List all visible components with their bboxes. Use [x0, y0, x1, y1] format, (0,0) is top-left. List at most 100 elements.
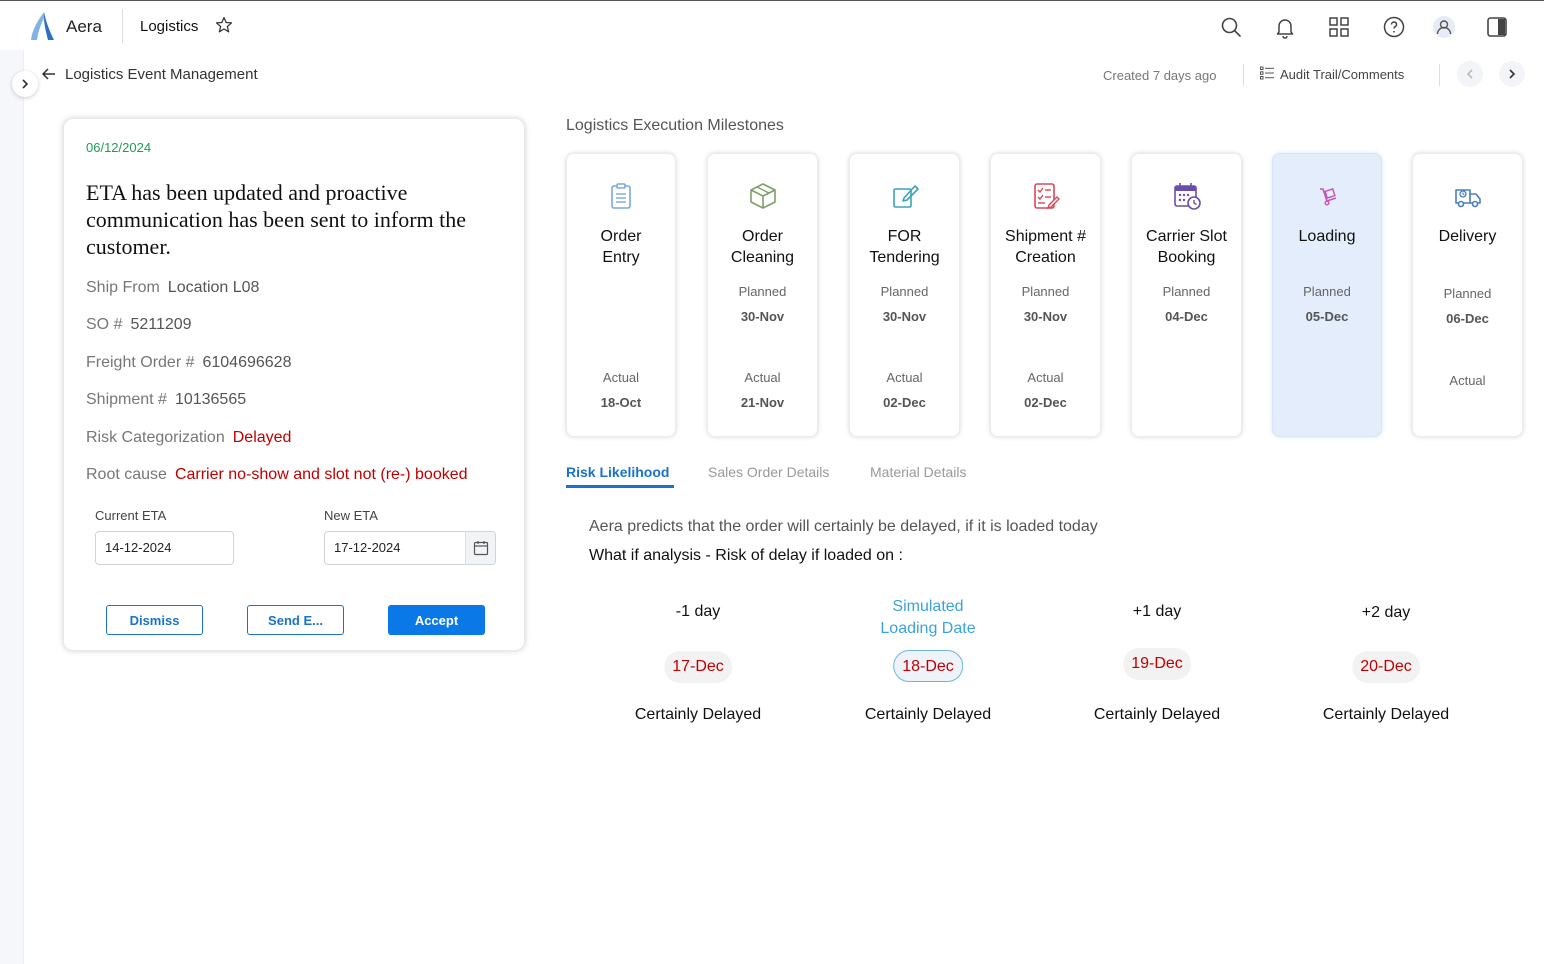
side-panel-icon[interactable] — [1485, 15, 1509, 39]
option-label: +2 day — [1361, 604, 1411, 621]
app-title: Logistics — [140, 18, 199, 35]
accept-button[interactable]: Accept — [388, 605, 485, 635]
back-arrow-icon[interactable] — [40, 65, 58, 83]
option-minus-1-day[interactable]: -1 day 17-Dec Certainly Delayed — [598, 596, 798, 736]
apps-grid-icon[interactable] — [1327, 15, 1351, 39]
option-status: Certainly Delayed — [1093, 706, 1221, 723]
option-plus-1-day[interactable]: +1 day 19-Dec Certainly Delayed — [1057, 596, 1257, 736]
event-date: 06/12/2024 — [86, 140, 152, 155]
hand-truck-icon — [1320, 188, 1337, 206]
prediction-summary: Aera predicts that the order will certai… — [589, 518, 1098, 535]
actual-label: Actual — [1027, 370, 1064, 385]
box-icon — [749, 183, 776, 209]
planned-label: Planned — [1303, 284, 1351, 299]
field-label: SO # — [86, 316, 123, 333]
milestone-name: Loading — [1298, 228, 1356, 245]
milestone-order-cleaning[interactable]: Order Cleaning Planned 30-Nov Actual 21-N… — [707, 153, 818, 437]
next-button[interactable] — [1499, 61, 1525, 87]
actual-date: 21-Nov — [740, 395, 785, 410]
milestone-name: Carrier Slot Booking — [1146, 228, 1227, 266]
planned-date: 30-Nov — [1023, 309, 1068, 324]
option-plus-2-day[interactable]: +2 day 20-Dec Certainly Delayed — [1286, 596, 1486, 736]
new-eta-field[interactable]: 17-12-2024 — [324, 531, 496, 565]
milestones-heading: Logistics Execution Milestones — [566, 117, 784, 134]
tab-risk-likelihood[interactable]: Risk Likelihood — [566, 464, 669, 480]
page-title: Logistics Event Management — [65, 66, 258, 83]
option-date-pill[interactable]: 19-Dec — [1123, 648, 1191, 680]
aera-logo-icon[interactable] — [28, 10, 56, 42]
subheader-divider — [1243, 64, 1244, 86]
option-label: +1 day — [1132, 603, 1182, 620]
milestone-order-entry[interactable]: Order Entry Actual 18-Oct — [566, 153, 676, 437]
field-risk-categorization: Risk Categorization Delayed — [86, 429, 291, 447]
planned-label: Planned — [1162, 284, 1211, 299]
option-date-pill[interactable]: 17-Dec — [664, 651, 732, 683]
left-rail — [0, 50, 24, 964]
new-eta-value: 17-12-2024 — [334, 540, 401, 555]
top-bar: Aera Logistics — [0, 0, 1544, 50]
event-headline: ETA has been updated and proactive commu… — [86, 180, 467, 259]
planned-label: Planned — [738, 284, 787, 299]
option-simulated-loading-date[interactable]: Simulated Loading Date 18-Dec Certainly D… — [828, 596, 1028, 736]
chevron-right-icon — [22, 79, 29, 89]
actual-label: Actual — [602, 370, 640, 385]
planned-label: Planned — [880, 284, 929, 299]
created-timestamp: Created 7 days ago — [1103, 68, 1217, 83]
bell-icon[interactable] — [1273, 15, 1297, 39]
help-icon[interactable] — [1382, 15, 1406, 39]
milestone-shipment-creation[interactable]: Shipment # Creation Planned 30-Nov Actual… — [990, 153, 1101, 437]
tab-sales-order-details[interactable]: Sales Order Details — [708, 464, 829, 480]
expand-sidebar-button[interactable] — [12, 71, 38, 97]
milestone-name: FOR Tendering — [869, 228, 940, 266]
search-icon[interactable] — [1219, 15, 1243, 39]
root-cause-value: Carrier no-show and slot not (re-) booke… — [174, 466, 468, 483]
field-ship-from: Ship From Location L08 — [86, 279, 259, 297]
dismiss-button[interactable]: Dismiss — [106, 605, 203, 635]
active-tab-indicator — [566, 485, 674, 488]
planned-label: Planned — [1443, 286, 1492, 301]
favorite-star-icon[interactable] — [214, 15, 234, 35]
current-eta-field[interactable]: 14-12-2024 — [95, 531, 234, 565]
header-divider — [122, 9, 123, 43]
brand-name: Aera — [66, 17, 102, 36]
actual-date: 18-Oct — [600, 395, 642, 410]
previous-button[interactable] — [1457, 61, 1483, 87]
field-label: Root cause — [86, 466, 167, 483]
risk-status: Delayed — [232, 429, 292, 446]
actual-date: 02-Dec — [883, 395, 926, 410]
planned-date: 04-Dec — [1165, 309, 1208, 324]
field-label: Ship From — [86, 279, 160, 296]
field-label: Risk Categorization — [86, 429, 225, 446]
actual-label: Actual — [886, 370, 923, 385]
clipboard-icon — [611, 183, 631, 209]
chevron-right-icon — [1509, 69, 1516, 79]
milestone-delivery[interactable]: Delivery Planned 06-Dec Actual — [1412, 153, 1523, 437]
option-date-pill[interactable]: 20-Dec — [1352, 651, 1420, 683]
checklist-icon — [1033, 183, 1060, 210]
option-status: Certainly Delayed — [634, 706, 762, 723]
milestone-for-tendering[interactable]: FOR Tendering Planned 30-Nov Actual 02-De… — [849, 153, 960, 437]
new-eta-label: New ETA — [324, 508, 378, 523]
audit-trail-link[interactable]: Audit Trail/Comments — [1280, 67, 1404, 82]
actual-label: Actual — [744, 370, 781, 385]
date-picker-button[interactable] — [465, 532, 495, 564]
milestone-name: Delivery — [1438, 228, 1497, 245]
chevron-left-icon — [1466, 69, 1473, 79]
subheader-divider — [1439, 64, 1440, 86]
field-value: 10136565 — [174, 391, 247, 408]
calendar-clock-icon — [1173, 183, 1201, 210]
milestone-loading[interactable]: Loading Planned 05-Dec — [1272, 153, 1382, 437]
milestone-carrier-slot-booking[interactable]: Carrier Slot Booking Planned 04-Dec — [1131, 153, 1242, 437]
planned-date: 30-Nov — [740, 309, 785, 324]
planned-label: Planned — [1021, 284, 1070, 299]
current-eta-label: Current ETA — [95, 508, 167, 523]
calendar-icon — [473, 541, 488, 556]
field-label: Shipment # — [86, 391, 167, 408]
user-avatar-icon[interactable] — [1432, 15, 1456, 39]
send-email-button[interactable]: Send E... — [247, 605, 344, 635]
field-value: 6104696628 — [202, 354, 292, 371]
tab-material-details[interactable]: Material Details — [870, 464, 966, 480]
option-status: Certainly Delayed — [864, 706, 992, 723]
field-freight-order: Freight Order # 6104696628 — [86, 354, 291, 372]
selected-date-pill[interactable]: 18-Dec — [893, 650, 963, 682]
